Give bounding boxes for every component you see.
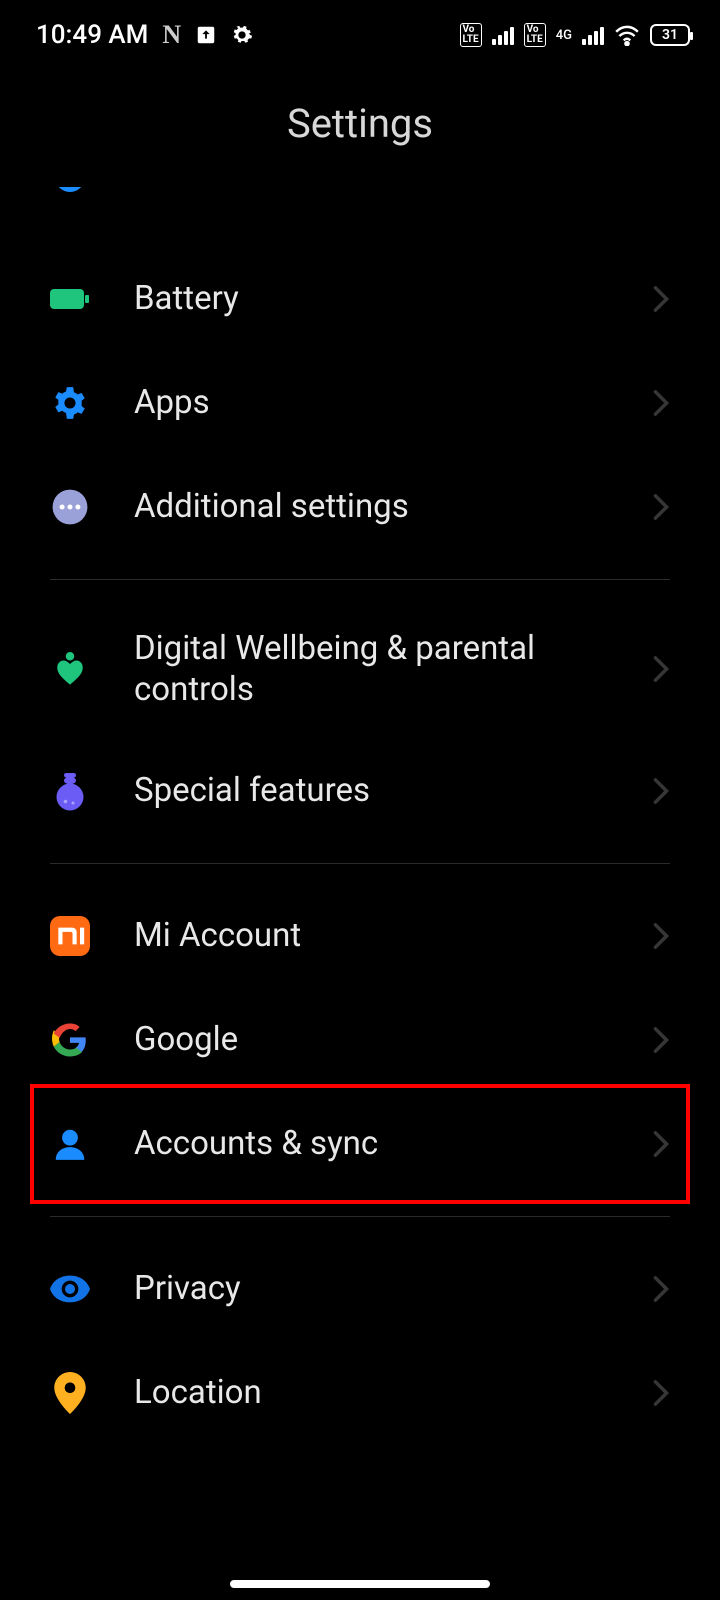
page-header: Settings [0,70,720,187]
mi-logo-icon [50,916,90,956]
volte-icon: VoLTE [460,23,482,47]
settings-item-label: Google [134,1019,652,1060]
chevron-right-icon [652,1379,670,1407]
settings-item-label: Digital Wellbeing & parental controls [134,628,652,711]
settings-item-label: Special features [134,770,652,811]
settings-item-label: Additional settings [134,486,652,527]
settings-item-label: Accounts & sync [134,1123,652,1164]
settings-list: Battery Apps Additional settings Digital… [0,247,720,1445]
dots-icon [50,487,90,527]
upload-icon [195,24,217,46]
home-indicator[interactable] [230,1580,490,1588]
chevron-right-icon [652,1026,670,1054]
settings-item-special[interactable]: Special features [0,739,720,843]
chevron-right-icon [652,285,670,313]
page-title: Settings [0,100,720,147]
settings-item-label: Apps [134,382,652,423]
signal-icon-2 [582,25,604,45]
settings-item-apps[interactable]: Apps [0,351,720,455]
settings-item-label: Mi Account [134,915,652,956]
signal-icon [492,25,514,45]
volte-icon-2: VoLTE [524,23,546,47]
status-time: 10:49 AM [36,20,148,50]
google-logo-icon [50,1020,90,1060]
divider [50,863,670,864]
wifi-icon [614,24,640,46]
settings-item-label: Location [134,1372,652,1413]
netflix-icon: N [162,20,181,50]
gear-icon [231,24,253,46]
gear-icon [50,383,90,423]
settings-item-additional[interactable]: Additional settings [0,455,720,559]
chevron-right-icon [652,389,670,417]
status-bar: 10:49 AM N VoLTE VoLTE 4G 31 [0,0,720,70]
pin-icon [50,1373,90,1413]
battery-status-icon: 31 [650,24,690,46]
settings-item-battery[interactable]: Battery [0,247,720,351]
chevron-right-icon [652,493,670,521]
settings-item-label: Battery [134,278,652,319]
settings-item-accounts-sync[interactable]: Accounts & sync [0,1092,720,1196]
settings-item-mi-account[interactable]: Mi Account [0,884,720,988]
status-right: VoLTE VoLTE 4G 31 [460,23,691,47]
chevron-right-icon [652,777,670,805]
heart-person-icon [50,649,90,689]
person-icon [50,1124,90,1164]
chevron-right-icon [652,655,670,683]
eye-icon [50,1269,90,1309]
status-left: 10:49 AM N [36,20,253,50]
flask-icon [50,771,90,811]
settings-item-label: Privacy [134,1268,652,1309]
settings-item-privacy[interactable]: Privacy [0,1237,720,1341]
chevron-right-icon [652,1130,670,1158]
settings-item-location[interactable]: Location [0,1341,720,1445]
battery-percent: 31 [662,27,678,43]
network-label: 4G [556,29,572,42]
settings-item-partial[interactable] [0,187,720,247]
battery-icon [50,279,90,319]
chevron-right-icon [652,1275,670,1303]
divider [50,1216,670,1217]
settings-item-google[interactable]: Google [0,988,720,1092]
divider [50,579,670,580]
settings-item-wellbeing[interactable]: Digital Wellbeing & parental controls [0,600,720,739]
chevron-right-icon [652,922,670,950]
